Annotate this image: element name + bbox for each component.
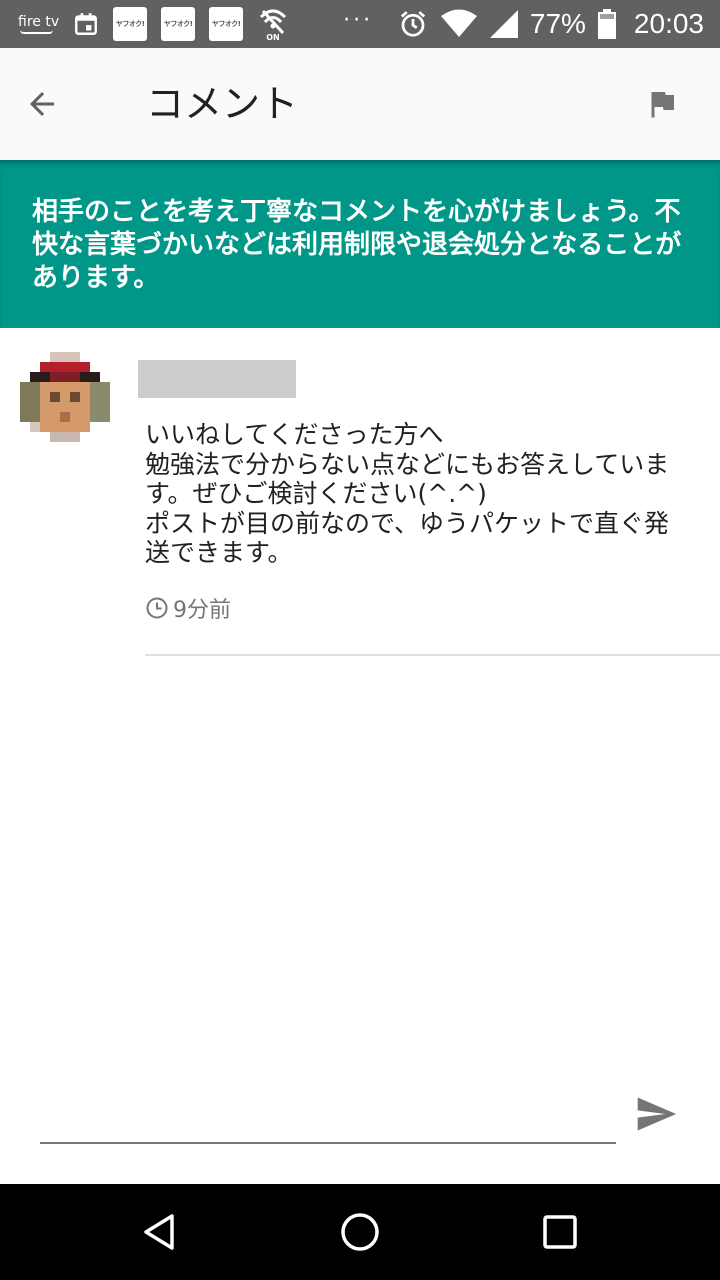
yahuoku-icon: ヤフオク! bbox=[113, 7, 148, 41]
overflow-icon: ··· bbox=[343, 7, 374, 33]
svg-text:ON: ON bbox=[266, 33, 280, 41]
calendar-icon bbox=[75, 13, 98, 35]
comment-meta: 9分前 bbox=[145, 592, 231, 624]
battery-icon bbox=[597, 9, 616, 39]
firetv-icon: fire tv bbox=[18, 14, 60, 34]
send-icon bbox=[637, 1097, 677, 1131]
square-recents-icon bbox=[543, 1215, 577, 1249]
back-button[interactable] bbox=[20, 82, 64, 126]
yahuoku-icon: ヤフオク! bbox=[161, 7, 196, 41]
comment-body: いいねしてくださった方へ 勉強法で分からない点などにもお答えしています。ぜひご検… bbox=[145, 420, 670, 567]
send-button[interactable] bbox=[630, 1090, 682, 1138]
nav-back-button[interactable] bbox=[136, 1208, 184, 1256]
nav-home-button[interactable] bbox=[336, 1208, 384, 1256]
navigation-bar bbox=[0, 1184, 720, 1280]
avatar[interactable] bbox=[20, 352, 110, 442]
circle-home-icon bbox=[341, 1213, 379, 1251]
notice-banner: 相手のことを考え丁寧なコメントを心がけましょう。不快な言葉づかいなどは利用制限や… bbox=[0, 160, 720, 328]
signal-icon bbox=[489, 10, 518, 38]
arrow-back-icon bbox=[30, 92, 54, 116]
divider bbox=[145, 654, 720, 656]
comment-input[interactable] bbox=[40, 1098, 616, 1144]
clock-icon bbox=[146, 597, 168, 619]
battery-percent: 77% bbox=[529, 8, 586, 39]
page-title: コメント bbox=[146, 82, 299, 126]
status-bar: fire tv ヤフオク! ヤフオク! ヤフオク! ON ··· 77% 20:… bbox=[0, 0, 720, 48]
wifi-on-icon: ON bbox=[260, 9, 287, 41]
username-redacted bbox=[138, 360, 296, 398]
wifi-icon bbox=[440, 9, 477, 37]
flag-icon bbox=[651, 92, 674, 118]
clock-time: 20:03 bbox=[633, 8, 704, 39]
nav-recents-button[interactable] bbox=[536, 1208, 584, 1256]
yahuoku-icon: ヤフオク! bbox=[209, 7, 244, 41]
app-bar: コメント bbox=[0, 48, 720, 160]
report-button[interactable] bbox=[642, 84, 682, 124]
notice-text: 相手のことを考え丁寧なコメントを心がけましょう。不快な言葉づかいなどは利用制限や… bbox=[32, 197, 682, 293]
triangle-back-icon bbox=[144, 1214, 174, 1250]
comment-time: 9分前 bbox=[173, 598, 231, 623]
alarm-icon bbox=[400, 11, 426, 37]
